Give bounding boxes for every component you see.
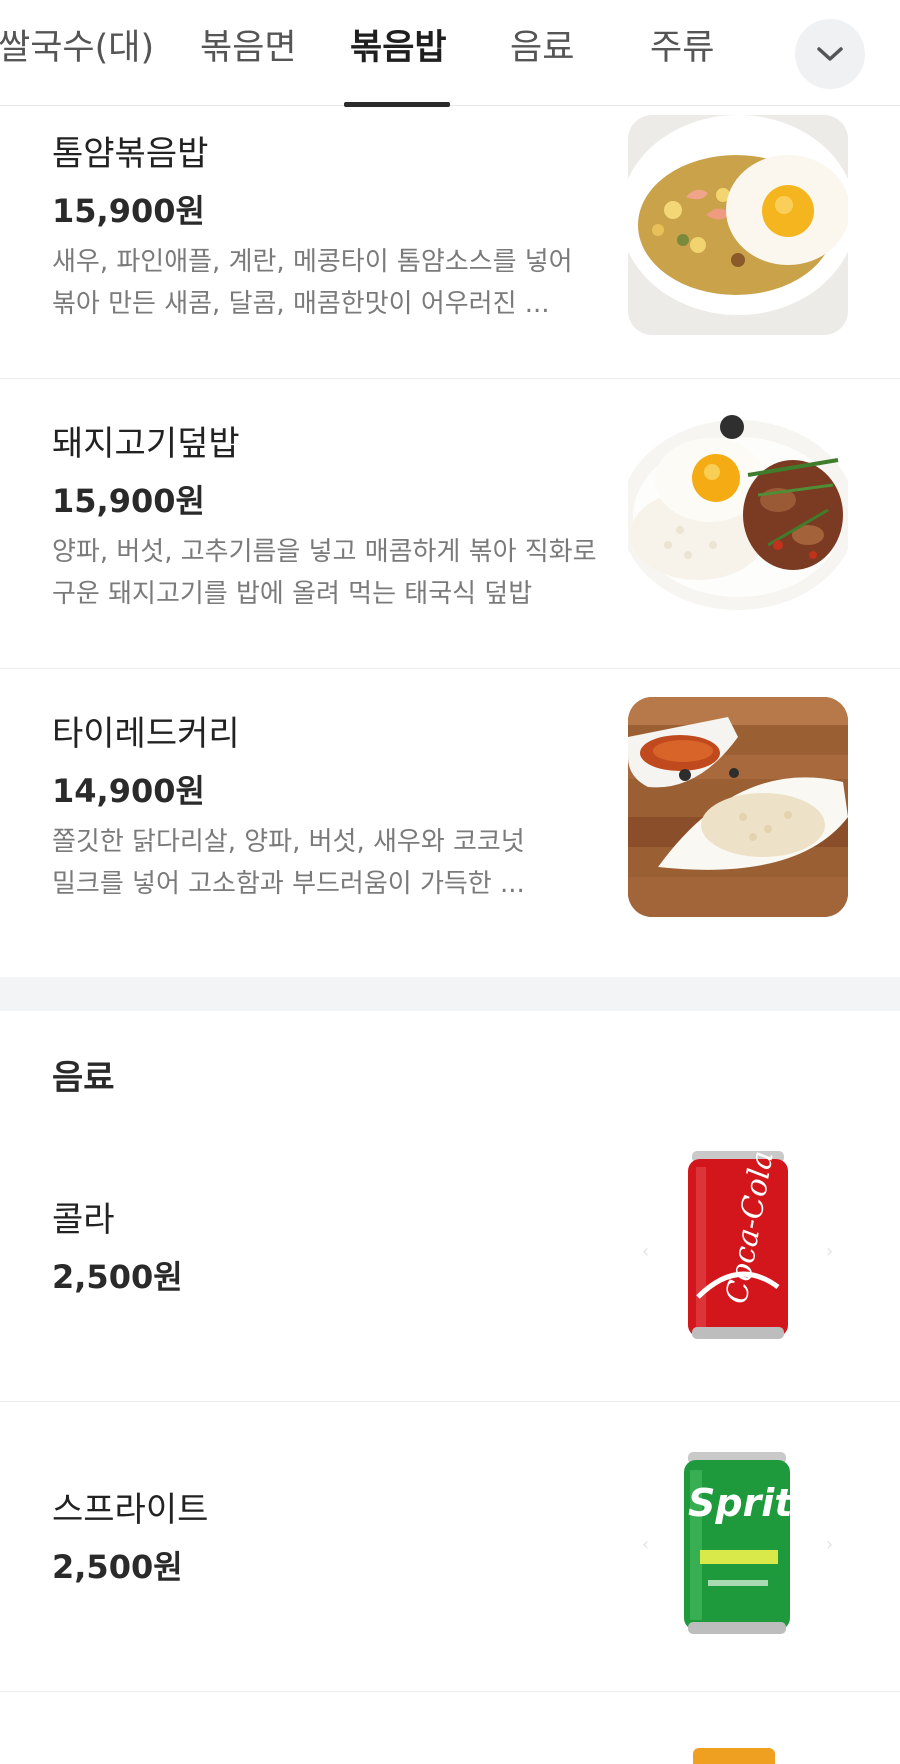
svg-text:‹: ‹ — [642, 1534, 649, 1555]
description-line-2: 볶아 만든 새콤, 달콤, 매콤한맛이 어우러진 ... — [52, 289, 550, 319]
menu-item-price: 15,900원 — [52, 482, 205, 520]
menu-item-photo — [628, 697, 848, 917]
svg-text:›: › — [826, 1534, 833, 1555]
description-line-1: 양파, 버섯, 고추기름을 넣고 매콤하게 볶아 직화로 — [52, 537, 597, 567]
next-item-photo-peek — [693, 1748, 775, 1764]
tab-alcohol[interactable]: 주류 — [650, 22, 714, 74]
menu-item-description: 쫄깃한 닭다리살, 양파, 버섯, 새우와 코코넛 밀크를 넣어 고소함과 부드… — [52, 821, 597, 905]
can-label-text: Sprite — [688, 1481, 818, 1525]
description-line-2: 밀크를 넣어 고소함과 부드러움이 가득한 ... — [52, 869, 525, 899]
tab-fried-noodles[interactable]: 볶음면 — [200, 22, 297, 74]
menu-item-price: 2,500원 — [52, 1548, 183, 1586]
section-separator — [0, 977, 900, 1011]
menu-item-name: 타이레드커리 — [52, 714, 240, 754]
menu-item-photo: ‹ › Sprite — [628, 1430, 848, 1650]
category-tab-bar: 쌀국수(대) 볶음면 볶음밥 음료 주류 — [0, 0, 900, 107]
item-divider — [0, 1691, 900, 1692]
menu-item-photo — [628, 115, 848, 335]
active-tab-indicator — [344, 102, 450, 107]
menu-item-price: 2,500원 — [52, 1258, 183, 1296]
chevron-down-icon — [817, 47, 843, 61]
description-line-1: 새우, 파인애플, 계란, 메콩타이 톰얌소스를 넣어 — [52, 247, 573, 277]
item-divider — [0, 378, 900, 379]
svg-text:›: › — [826, 1241, 833, 1262]
menu-item-name: 스프라이트 — [52, 1490, 209, 1530]
tab-fried-rice[interactable]: 볶음밥 — [350, 22, 447, 74]
menu-item-description: 양파, 버섯, 고추기름을 넣고 매콤하게 볶아 직화로 구운 돼지고기를 밥에… — [52, 531, 597, 615]
menu-item-name: 돼지고기덮밥 — [52, 424, 240, 464]
menu-item-price: 15,900원 — [52, 192, 205, 230]
menu-item-name: 콜라 — [52, 1200, 115, 1240]
description-line-1: 쫄깃한 닭다리살, 양파, 버섯, 새우와 코코넛 — [52, 827, 525, 857]
expand-categories-button[interactable] — [795, 19, 865, 89]
tab-drinks[interactable]: 음료 — [510, 22, 574, 74]
menu-item-photo: ‹ › Coca-Cola — [628, 1137, 848, 1357]
svg-text:‹: ‹ — [642, 1241, 649, 1262]
item-divider — [0, 668, 900, 669]
tab-rice-noodle-large[interactable]: 쌀국수(대) — [0, 22, 154, 74]
section-title-drinks: 음료 — [52, 1058, 115, 1098]
item-divider — [0, 1401, 900, 1402]
description-line-2: 구운 돼지고기를 밥에 올려 먹는 태국식 덮밥 — [52, 579, 533, 609]
menu-item-photo — [628, 405, 848, 625]
menu-item-name: 톰얌볶음밥 — [52, 134, 209, 174]
menu-item-description: 새우, 파인애플, 계란, 메콩타이 톰얌소스를 넣어 볶아 만든 새콤, 달콤… — [52, 241, 597, 325]
menu-item-price: 14,900원 — [52, 772, 205, 810]
